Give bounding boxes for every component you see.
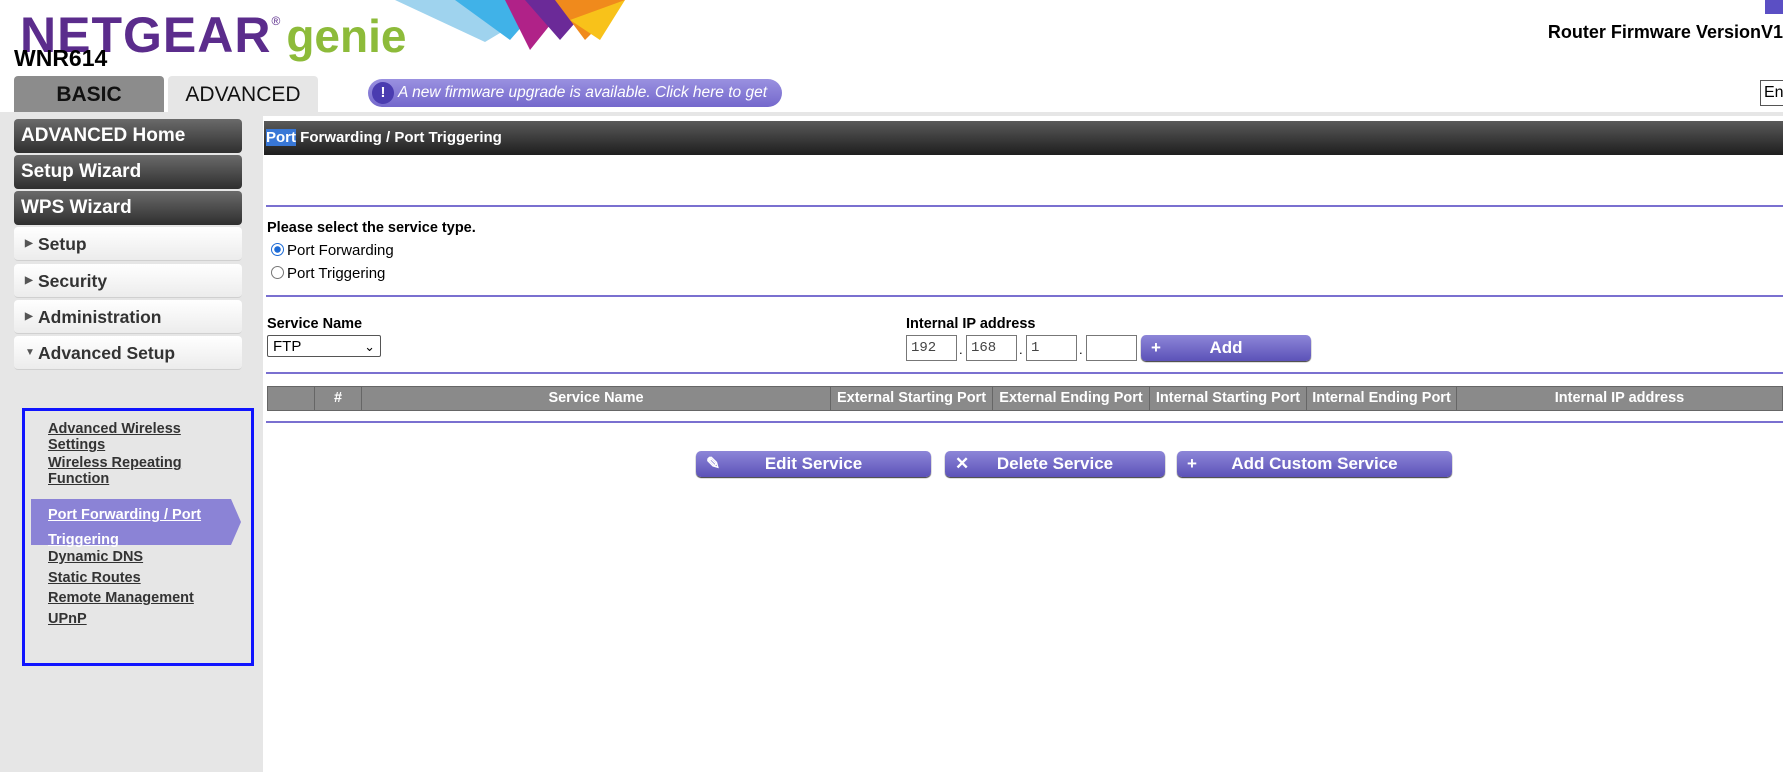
sidebar-menu-security[interactable]: ▶ Security [14,264,242,298]
col-external-starting-port: External Starting Port [831,387,993,410]
submenu-active-indicator: Port Forwarding / Port Triggering [31,499,241,548]
divider [266,372,1783,374]
add-custom-service-button[interactable]: + Add Custom Service [1177,451,1452,477]
submenu-wireless-repeating-function[interactable]: Wireless Repeating Function [48,455,238,487]
tab-basic[interactable]: BASIC [14,76,164,112]
service-name-label: Service Name [267,316,363,332]
decorative-triangles [395,0,625,50]
sidebar-menu-label: Advanced Setup [38,343,176,363]
triangle-right-icon: ▶ [25,275,33,286]
triangle-down-icon: ▼ [25,347,35,358]
submenu-port-forwarding-triggering[interactable]: Port Forwarding / Port Triggering [48,503,228,553]
delete-service-button[interactable]: ✕ Delete Service [945,451,1165,477]
add-custom-service-label: Add Custom Service [1231,454,1398,473]
submenu-dynamic-dns[interactable]: Dynamic DNS [48,549,238,565]
logo-product: genie [286,10,407,62]
plus-icon: + [1151,338,1161,357]
radio-port-triggering[interactable]: Port Triggering [271,265,385,282]
plus-icon: + [1187,454,1197,473]
sidebar-menu-label: Security [38,271,108,291]
tab-advanced[interactable]: ADVANCED [168,76,318,112]
advanced-setup-submenu: Advanced Wireless Settings Wireless Repe… [22,408,254,666]
triangle-right-icon: ▶ [25,238,33,249]
ip-separator: . [959,342,963,357]
col-internal-ip-address: Internal IP address [1554,390,1685,406]
ip-octet-3-input[interactable]: 1 [1026,335,1077,361]
add-button-label: Add [1209,338,1243,357]
triangle-right-icon: ▶ [25,311,33,322]
exclamation-icon: ! [372,82,394,104]
radio-port-forwarding[interactable]: Port Forwarding [271,242,394,259]
submenu-upnp[interactable]: UPnP [48,611,238,627]
radio-selected-icon[interactable] [271,243,284,256]
radio-unselected-icon[interactable] [271,266,284,279]
submenu-advanced-wireless-settings[interactable]: Advanced Wireless Settings [48,421,238,453]
header: NETGEAR® genie WNR614 Router Firmware Ver… [0,0,1783,129]
sidebar-setup-wizard-button[interactable]: Setup Wizard [14,155,242,189]
ip-octet-2-input[interactable]: 168 [966,335,1017,361]
col-internal-ending-port: Internal Ending Port [1307,387,1457,410]
submenu-remote-management[interactable]: Remote Management [48,590,238,606]
firmware-upgrade-banner[interactable]: ! A new firmware upgrade is available. C… [368,79,782,129]
service-name-select[interactable]: FTP ⌄ [267,335,381,357]
ip-separator: . [1019,342,1023,357]
col-number: # [315,387,362,410]
services-table-header: # Service Name External Starting Port Ex… [267,386,1783,411]
col-internal-starting-port: Internal Starting Port [1150,387,1307,410]
sidebar-menu-advanced-setup[interactable]: ▼ Advanced Setup [14,336,242,370]
ip-separator: . [1079,342,1083,357]
logo-reg-mark: ® [271,14,281,28]
col-external-ending-port: External Ending Port [993,387,1150,410]
sidebar-wps-wizard-button[interactable]: WPS Wizard [14,191,242,225]
divider [266,295,1783,297]
sidebar-menu-label: Setup [38,234,87,254]
add-button[interactable]: + Add [1141,335,1311,361]
radio-label: Port Forwarding [287,242,394,259]
corner-decor [1765,0,1783,14]
sidebar-menu-label: Administration [38,307,162,327]
divider [266,421,1783,423]
edit-service-button[interactable]: ✎ Edit Service [696,451,931,477]
col-select [268,387,315,410]
col-service-name: Service Name [362,387,831,410]
internal-ip-label: Internal IP address [906,316,1036,332]
page-title-highlight: Port [266,129,296,146]
edit-service-label: Edit Service [764,454,863,473]
sidebar: ADVANCED Home Setup Wizard WPS Wizard ▶ … [0,116,263,772]
submenu-static-routes[interactable]: Static Routes [48,570,238,586]
ip-octet-4-input[interactable] [1086,335,1137,361]
divider [266,205,1783,207]
x-icon: ✕ [955,454,970,473]
sidebar-menu-setup[interactable]: ▶ Setup [14,227,242,261]
radio-label: Port Triggering [287,265,386,282]
page-title-rest: Forwarding / Port Triggering [296,129,502,146]
language-select[interactable]: En [1760,80,1783,106]
service-name-value: FTP [273,338,302,355]
sidebar-menu-administration[interactable]: ▶ Administration [14,300,242,334]
delete-service-label: Delete Service [996,454,1114,473]
pencil-icon: ✎ [706,454,721,473]
page-title: Port Forwarding / Port Triggering [264,121,1783,155]
chevron-down-icon: ⌄ [364,339,375,354]
ip-octet-1-input[interactable]: 192 [906,335,957,361]
sidebar-advanced-home-button[interactable]: ADVANCED Home [14,119,242,153]
model-name: WNR614 [14,45,108,71]
service-type-prompt: Please select the service type. [267,220,476,236]
main-content: Port Forwarding / Port Triggering Please… [263,116,1783,772]
router-firmware-version: Router Firmware VersionV1 [1547,22,1783,42]
